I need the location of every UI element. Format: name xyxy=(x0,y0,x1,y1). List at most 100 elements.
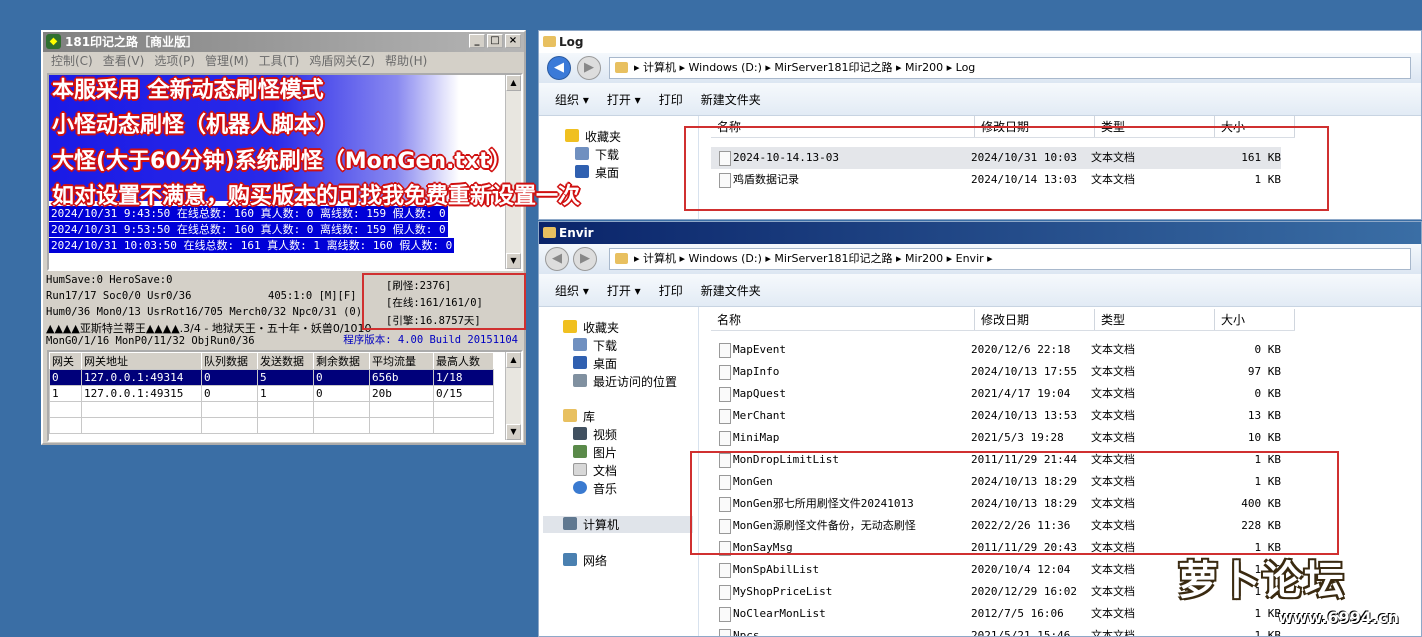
envir-address-input[interactable]: ▸ 计算机 ▸ Windows (D:) ▸ MirServer181印记之路 … xyxy=(609,248,1411,270)
print-button[interactable]: 打印 xyxy=(659,282,683,299)
computer-icon xyxy=(563,517,577,530)
maximize-button[interactable]: □ xyxy=(487,34,503,48)
nav-desktop[interactable]: 桌面 xyxy=(575,164,619,181)
server-title-bar[interactable]: ◆ 181印记之路［商业版］ _ □ × xyxy=(43,32,524,52)
log-title-bar[interactable]: Log xyxy=(539,31,1421,53)
envir-column-header: 名称 修改日期 类型 大小 xyxy=(711,309,1295,331)
nav-recent[interactable]: 最近访问的位置 xyxy=(573,373,677,390)
col-size[interactable]: 大小 xyxy=(1215,116,1295,137)
col-gateway[interactable]: 网关 xyxy=(49,352,82,370)
back-button[interactable]: ◀ xyxy=(545,247,569,271)
scroll-down-icon[interactable]: ▼ xyxy=(506,424,521,440)
nav-computer[interactable]: 计算机 xyxy=(543,516,693,533)
list-item[interactable]: MerChant 2024/10/13 13:53 文本文档 13 KB xyxy=(711,405,1281,427)
log-address-input[interactable]: ▸ 计算机 ▸ Windows (D:) ▸ MirServer181印记之路 … xyxy=(609,57,1411,79)
watermark-logo: 萝卜论坛 xyxy=(1178,558,1346,604)
cell: 0 xyxy=(201,385,258,402)
col-max[interactable]: 最高人数 xyxy=(433,352,494,370)
envir-title: Envir xyxy=(559,226,594,240)
col-queue[interactable]: 队列数据 xyxy=(201,352,258,370)
nav-desktop[interactable]: 桌面 xyxy=(573,355,617,372)
print-button[interactable]: 打印 xyxy=(659,91,683,108)
cell: 5 xyxy=(257,369,314,386)
scroll-down-icon[interactable]: ▼ xyxy=(506,253,521,269)
list-item[interactable]: MonDropLimitList 2011/11/29 21:44 文本文档 1 KB xyxy=(711,449,1281,471)
back-button[interactable]: ◀ xyxy=(547,56,571,80)
menu-view[interactable]: 查看(V) xyxy=(103,52,145,71)
cell: 1 xyxy=(49,385,82,402)
nav-libraries[interactable]: 库 xyxy=(563,408,595,425)
col-name[interactable]: 名称 xyxy=(711,116,975,137)
nav-favorites[interactable]: 收藏夹 xyxy=(565,128,621,145)
menu-options[interactable]: 选项(P) xyxy=(154,52,195,71)
scroll-up-icon[interactable]: ▲ xyxy=(506,352,521,368)
log-explorer-window: Log ◀ ▶ ▸ 计算机 ▸ Windows (D:) ▸ MirServer… xyxy=(538,30,1422,220)
forward-button[interactable]: ▶ xyxy=(577,56,601,80)
menu-tools[interactable]: 工具(T) xyxy=(259,52,300,71)
log-toolbar: 组织 ▾ 打开 ▾ 打印 新建文件夹 xyxy=(539,83,1421,116)
organize-button[interactable]: 组织 ▾ xyxy=(555,282,589,299)
document-icon xyxy=(573,463,587,476)
table-row[interactable]: 1 127.0.0.1:49315 0 1 0 20b 0/15 xyxy=(49,385,494,402)
menu-gateway[interactable]: 鸡盾网关(Z) xyxy=(309,52,375,71)
list-item[interactable]: MonGen源刷怪文件备份，无动态刷怪 2022/2/26 11:36 文本文档 22… xyxy=(711,515,1281,537)
gateway-grid[interactable]: 网关 网关地址 队列数据 发送数据 剩余数据 平均流量 最高人数 0 127.0… xyxy=(47,350,523,442)
cell: 127.0.0.1:49314 xyxy=(81,369,202,386)
menu-manage[interactable]: 管理(M) xyxy=(205,52,249,71)
col-type[interactable]: 类型 xyxy=(1095,116,1215,137)
table-row[interactable]: 0 127.0.0.1:49314 0 5 0 656b 1/18 xyxy=(49,369,494,386)
col-date[interactable]: 修改日期 xyxy=(975,309,1095,330)
cell: 127.0.0.1:49315 xyxy=(81,385,202,402)
watermark-site: www.6994.cn xyxy=(1278,608,1399,627)
nav-downloads[interactable]: 下载 xyxy=(573,337,617,354)
desktop-icon xyxy=(573,356,587,369)
watermark: 萝卜论坛 www.6994.cn xyxy=(1168,538,1418,634)
minimize-button[interactable]: _ xyxy=(469,34,485,48)
list-item[interactable]: 鸡盾数据记录 2024/10/14 13:03 文本文档 1 KB xyxy=(711,169,1281,191)
star-icon xyxy=(563,320,577,333)
list-item[interactable]: 2024-10-14.13-03 2024/10/31 10:03 文本文档 161 … xyxy=(711,147,1281,169)
organize-button[interactable]: 组织 ▾ xyxy=(555,91,589,108)
list-item[interactable]: MapInfo 2024/10/13 17:55 文本文档 97 KB xyxy=(711,361,1281,383)
forward-button[interactable]: ▶ xyxy=(573,247,597,271)
status-mon: MonG0/1/16 MonP0/11/32 ObjRun0/36 xyxy=(46,335,255,347)
list-item[interactable]: MonGen 2024/10/13 18:29 文本文档 1 KB xyxy=(711,471,1281,493)
open-button[interactable]: 打开 ▾ xyxy=(607,282,641,299)
list-item[interactable]: MapQuest 2021/4/17 19:04 文本文档 0 KB xyxy=(711,383,1281,405)
nav-downloads[interactable]: 下载 xyxy=(575,146,619,163)
folder-icon xyxy=(543,227,556,238)
envir-title-bar[interactable]: Envir xyxy=(539,222,1421,244)
list-item[interactable]: MiniMap 2021/5/3 19:28 文本文档 10 KB xyxy=(711,427,1281,449)
scroll-up-icon[interactable]: ▲ xyxy=(506,75,521,91)
status-run: Run17/17 Soc0/0 Usr0/36 xyxy=(46,290,192,302)
list-item[interactable]: MapEvent 2020/12/6 22:18 文本文档 0 KB xyxy=(711,339,1281,361)
log-line: 2024/10/31 9:53:50 在线总数: 160 真人数: 0 离线数:… xyxy=(49,222,448,237)
menu-help[interactable]: 帮助(H) xyxy=(385,52,427,71)
log-file-list[interactable]: 名称 修改日期 类型 大小 2024-10-14.13-03 2024/10/31… xyxy=(699,116,1421,219)
col-date[interactable]: 修改日期 xyxy=(975,116,1095,137)
col-name[interactable]: 名称 xyxy=(711,309,975,330)
nav-pictures[interactable]: 图片 xyxy=(573,444,617,461)
overlay-line-1: 本服采用 全新动态刷怪模式 xyxy=(52,78,324,103)
col-address[interactable]: 网关地址 xyxy=(81,352,202,370)
table-row xyxy=(49,401,494,418)
new-folder-button[interactable]: 新建文件夹 xyxy=(701,91,761,108)
col-send[interactable]: 发送数据 xyxy=(257,352,314,370)
col-size[interactable]: 大小 xyxy=(1215,309,1295,330)
open-button[interactable]: 打开 ▾ xyxy=(607,91,641,108)
nav-videos[interactable]: 视频 xyxy=(573,426,617,443)
col-remain[interactable]: 剩余数据 xyxy=(313,352,370,370)
close-button[interactable]: × xyxy=(505,34,521,48)
nav-documents[interactable]: 文档 xyxy=(573,462,617,479)
new-folder-button[interactable]: 新建文件夹 xyxy=(701,282,761,299)
col-traffic[interactable]: 平均流量 xyxy=(369,352,434,370)
nav-favorites[interactable]: 收藏夹 xyxy=(563,319,619,336)
menu-control[interactable]: 控制(C) xyxy=(51,52,93,71)
col-type[interactable]: 类型 xyxy=(1095,309,1215,330)
nav-network[interactable]: 网络 xyxy=(563,552,607,569)
status-map: ▲▲▲▲亚斯特兰蒂王▲▲▲▲.3/4 - 地狱天王・五十年・妖兽0/1010 xyxy=(46,322,372,335)
list-item[interactable]: MonGen邪七所用刷怪文件20241013 2024/10/13 18:29 文本… xyxy=(711,493,1281,515)
cell: 0 xyxy=(201,369,258,386)
grid-scrollbar[interactable]: ▲ ▼ xyxy=(505,352,521,440)
nav-music[interactable]: 音乐 xyxy=(573,480,617,497)
